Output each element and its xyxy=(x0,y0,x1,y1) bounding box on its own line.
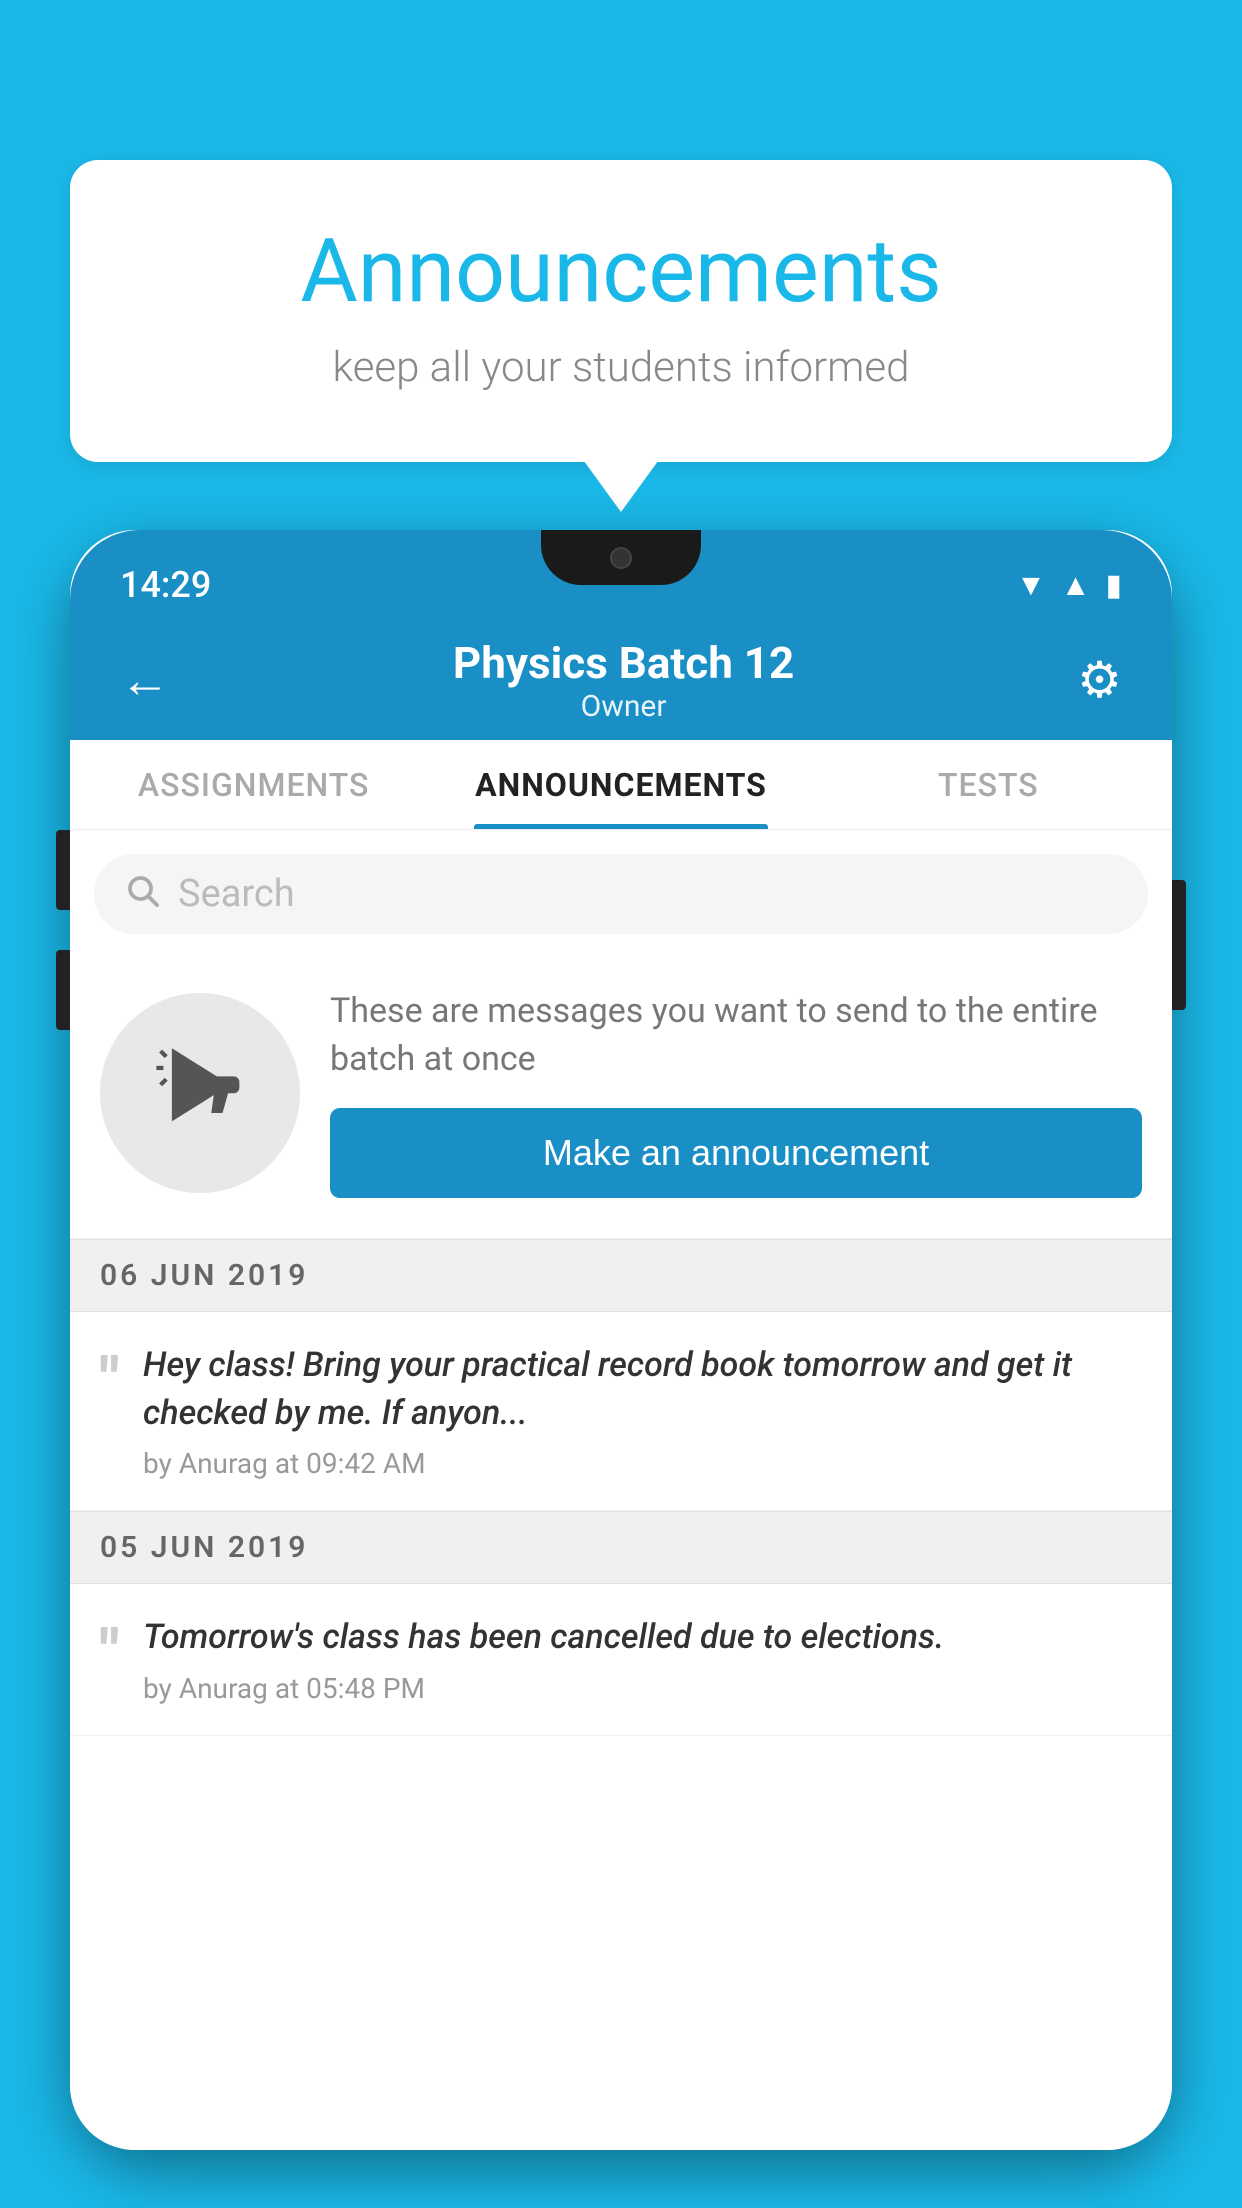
phone-side-button-left1 xyxy=(56,830,70,910)
promo-description: These are messages you want to send to t… xyxy=(330,988,1142,1083)
status-bar: 14:29 ▼ ▲ ▮ xyxy=(70,530,1172,620)
app-header: ← Physics Batch 12 Owner ⚙ xyxy=(70,620,1172,740)
search-icon xyxy=(124,871,160,918)
battery-icon: ▮ xyxy=(1105,568,1122,603)
camera-dot xyxy=(610,547,632,569)
announcement-item-1[interactable]: " Hey class! Bring your practical record… xyxy=(70,1312,1172,1511)
status-time: 14:29 xyxy=(120,564,211,606)
search-bar[interactable]: Search xyxy=(94,854,1148,934)
header-subtitle: Owner xyxy=(453,689,794,724)
date-separator-1: 06 JUN 2019 xyxy=(70,1239,1172,1312)
quote-icon-2: " xyxy=(100,1622,119,1682)
quote-icon-1: " xyxy=(100,1350,119,1410)
header-title: Physics Batch 12 xyxy=(453,637,794,689)
announcements-title: Announcements xyxy=(150,220,1092,323)
settings-icon[interactable]: ⚙ xyxy=(1077,651,1122,710)
promo-section: These are messages you want to send to t… xyxy=(70,958,1172,1239)
tab-announcements[interactable]: ANNOUNCEMENTS xyxy=(437,740,804,829)
phone-content: Search xyxy=(70,830,1172,2150)
signal-icon: ▲ xyxy=(1061,568,1091,603)
tab-bar: ASSIGNMENTS ANNOUNCEMENTS TESTS xyxy=(70,740,1172,830)
wifi-icon: ▼ xyxy=(1016,568,1046,603)
header-title-area: Physics Batch 12 Owner xyxy=(453,637,794,724)
phone-mockup: 14:29 ▼ ▲ ▮ ← Physics Batch 12 Own xyxy=(70,530,1172,2150)
back-button[interactable]: ← xyxy=(120,651,170,710)
speech-bubble: Announcements keep all your students inf… xyxy=(70,160,1172,462)
tab-assignments[interactable]: ASSIGNMENTS xyxy=(70,740,437,829)
phone-screen: 14:29 ▼ ▲ ▮ ← Physics Batch 12 Own xyxy=(70,530,1172,2150)
date-separator-2: 05 JUN 2019 xyxy=(70,1511,1172,1584)
announcement-message-1: Hey class! Bring your practical record b… xyxy=(143,1342,1142,1437)
speech-bubble-container: Announcements keep all your students inf… xyxy=(70,160,1172,462)
promo-icon-circle xyxy=(100,993,300,1193)
tab-tests[interactable]: TESTS xyxy=(805,740,1172,829)
promo-right: These are messages you want to send to t… xyxy=(330,988,1142,1198)
announcement-content-1: Hey class! Bring your practical record b… xyxy=(143,1342,1142,1480)
announcement-meta-2: by Anurag at 05:48 PM xyxy=(143,1672,1142,1705)
make-announcement-button[interactable]: Make an announcement xyxy=(330,1108,1142,1198)
status-icons: ▼ ▲ ▮ xyxy=(1016,568,1122,603)
phone-notch xyxy=(541,530,701,585)
search-placeholder: Search xyxy=(178,872,295,916)
phone-side-button-right xyxy=(1172,880,1186,1010)
announcements-subtitle: keep all your students informed xyxy=(150,343,1092,392)
megaphone-icon xyxy=(155,1037,245,1149)
phone-inner: 14:29 ▼ ▲ ▮ ← Physics Batch 12 Own xyxy=(70,530,1172,2150)
announcement-content-2: Tomorrow's class has been cancelled due … xyxy=(143,1614,1142,1705)
phone-container: 14:29 ▼ ▲ ▮ ← Physics Batch 12 Own xyxy=(70,530,1172,2208)
announcement-message-2: Tomorrow's class has been cancelled due … xyxy=(143,1614,1142,1662)
announcement-meta-1: by Anurag at 09:42 AM xyxy=(143,1447,1142,1480)
phone-side-button-left2 xyxy=(56,950,70,1030)
announcement-item-2[interactable]: " Tomorrow's class has been cancelled du… xyxy=(70,1584,1172,1736)
